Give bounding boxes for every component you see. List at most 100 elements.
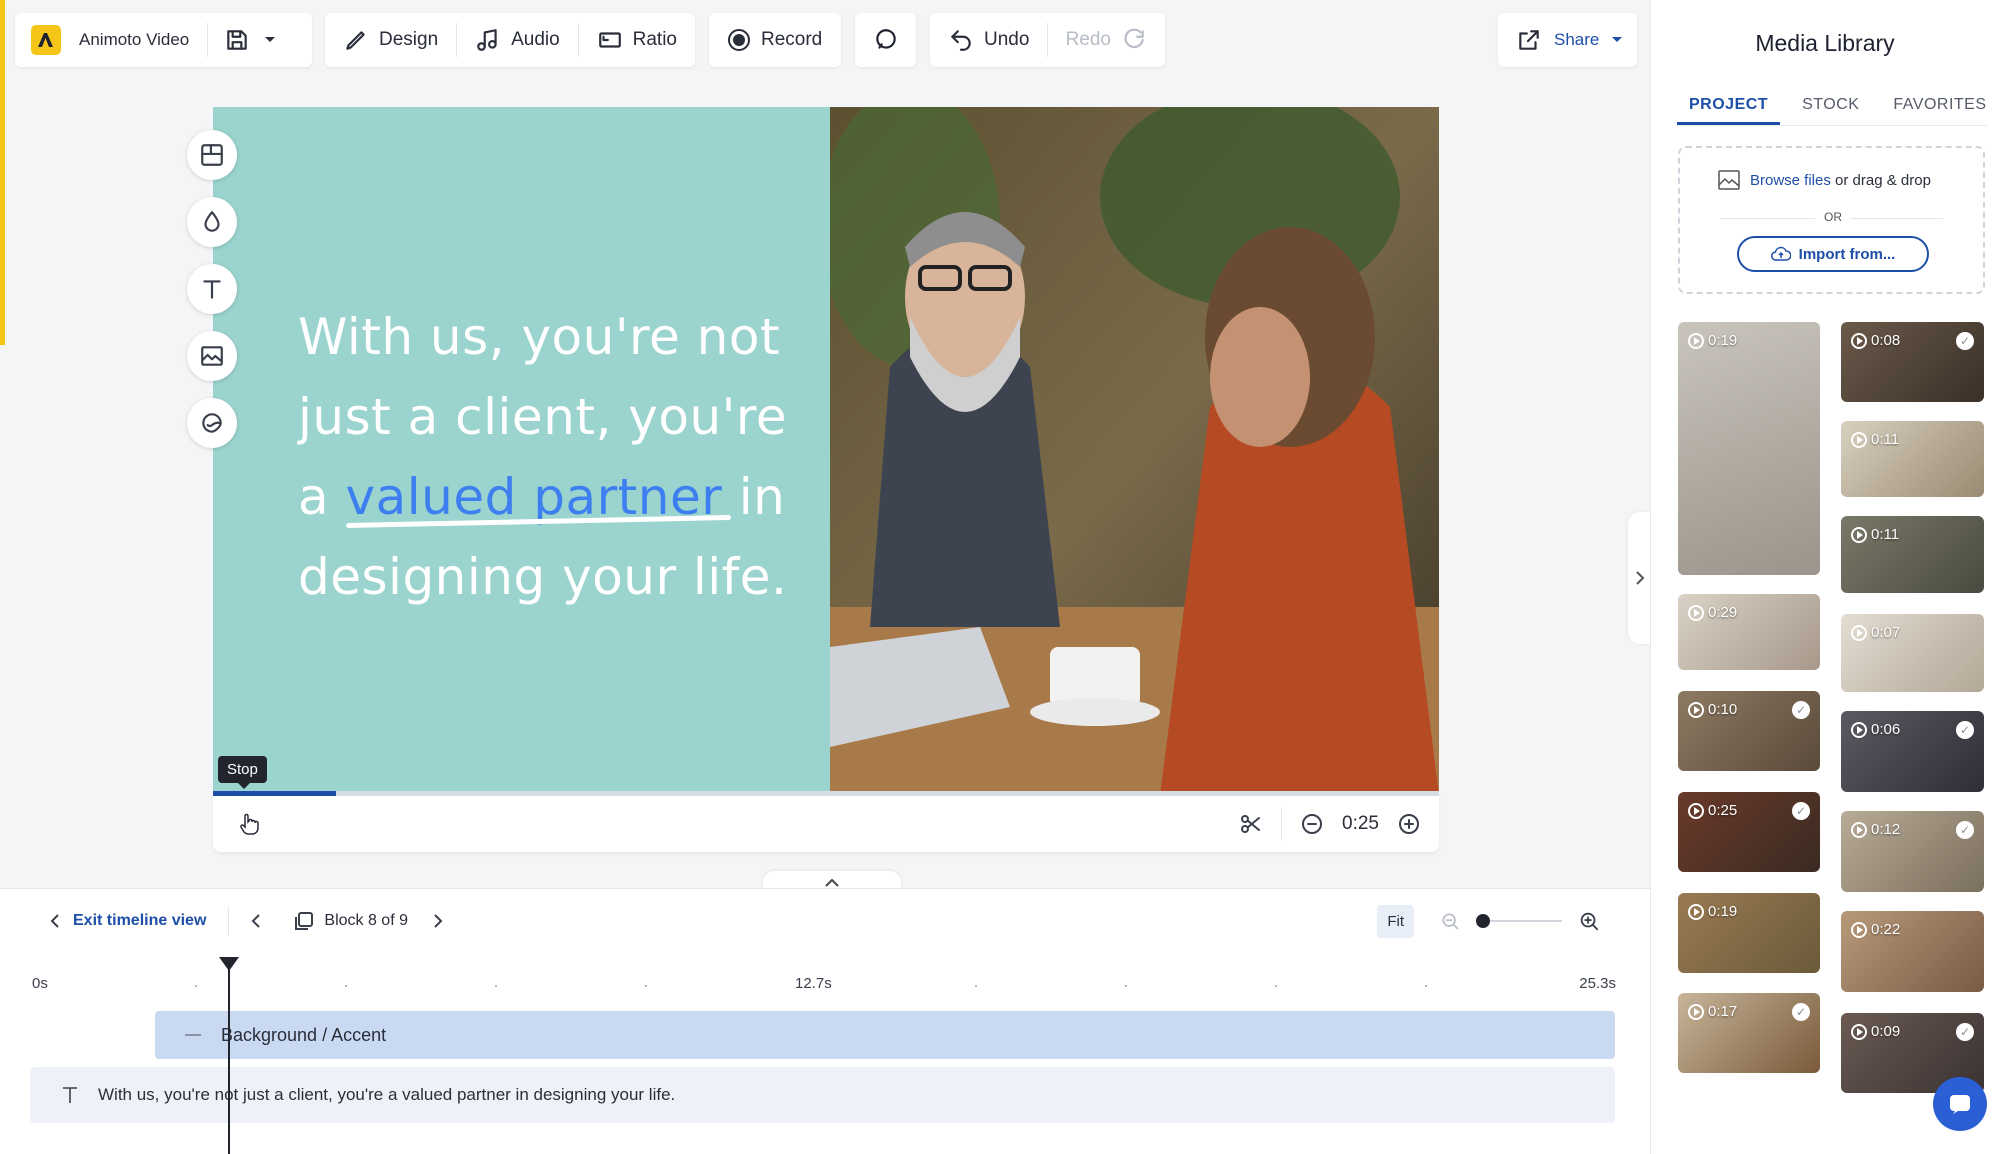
video-preview[interactable]: With us, you're not just a client, you'r… — [213, 107, 1439, 795]
slide-photo — [820, 107, 1439, 795]
comment-group — [855, 13, 916, 67]
media-thumbnail[interactable]: 0:10 ✓ — [1678, 691, 1820, 771]
media-thumbnail[interactable]: 0:22 — [1841, 911, 1984, 992]
redo-button[interactable]: Redo — [1048, 13, 1165, 67]
image-icon — [1718, 170, 1740, 190]
thumb-duration: 0:08 — [1851, 332, 1900, 349]
save-menu-button[interactable] — [208, 13, 292, 67]
app-root: Animoto Video Design Audio Ratio Record — [0, 0, 1999, 1154]
save-icon — [227, 30, 248, 50]
import-from-button[interactable]: Import from... — [1737, 236, 1929, 272]
media-thumbnail[interactable]: 0:06 ✓ — [1841, 711, 1984, 792]
exit-timeline-button[interactable]: Exit timeline view — [50, 912, 206, 930]
ruler-mid: 12.7s — [795, 975, 832, 992]
play-icon — [1851, 921, 1867, 938]
media-thumbnail[interactable]: 0:07 — [1841, 614, 1984, 692]
thumb-duration: 0:19 — [1688, 903, 1737, 920]
thumb-duration: 0:11 — [1851, 431, 1899, 448]
upload-dropzone[interactable]: Browse files or drag & drop OR Import fr… — [1678, 146, 1985, 294]
media-thumbnail[interactable]: 0:25 ✓ — [1678, 792, 1820, 872]
thumb-duration: 0:25 — [1688, 802, 1737, 819]
next-block-icon[interactable] — [434, 914, 443, 928]
tab-project[interactable]: PROJECT — [1677, 92, 1781, 125]
timeline-zoom-slider[interactable] — [1476, 911, 1562, 931]
record-icon — [728, 29, 750, 51]
undo-button[interactable]: Undo — [930, 13, 1047, 67]
media-thumbnail[interactable]: 0:29 — [1678, 594, 1820, 670]
ratio-button[interactable]: Ratio — [579, 13, 695, 67]
undo-icon — [951, 30, 971, 51]
redo-icon — [1124, 28, 1144, 49]
block-icon — [295, 912, 314, 930]
meeting-photo-image — [820, 107, 1439, 795]
play-icon — [1851, 624, 1867, 641]
panel-toggle-button[interactable] — [1628, 512, 1652, 644]
fit-button[interactable]: Fit — [1377, 904, 1414, 938]
comment-icon[interactable] — [873, 27, 899, 53]
aspect-ratio-icon — [598, 32, 621, 48]
selected-check-icon: ✓ — [1792, 802, 1810, 820]
share-group: Share — [1498, 13, 1637, 67]
play-icon — [1688, 802, 1704, 819]
media-thumbnail[interactable]: 0:19 — [1678, 893, 1820, 973]
media-tool-button[interactable] — [187, 331, 237, 381]
chevron-up-icon — [825, 878, 839, 887]
selected-check-icon: ✓ — [1956, 821, 1974, 839]
media-thumbnail[interactable]: 0:11 — [1841, 421, 1984, 497]
previous-block-icon[interactable] — [251, 914, 261, 928]
history-group: Undo Redo — [930, 13, 1165, 67]
record-button[interactable]: Record — [709, 13, 840, 67]
media-thumbnail[interactable]: 0:17 ✓ — [1678, 993, 1820, 1073]
browse-row: Browse files or drag & drop — [1718, 170, 1931, 190]
droplet-icon — [204, 211, 220, 232]
drag-drop-label: or drag & drop — [1830, 171, 1931, 189]
chevron-right-icon — [1635, 571, 1644, 585]
background-accent-track[interactable]: Background / Accent — [155, 1011, 1615, 1059]
sticker-icon — [202, 413, 222, 433]
play-icon — [1851, 1023, 1867, 1040]
timeline-ruler: 0s 12.7s 25.3s — [30, 975, 1616, 997]
share-icon — [1519, 30, 1539, 50]
tab-stock[interactable]: STOCK — [1790, 92, 1871, 125]
zoom-slider-knob[interactable] — [1476, 914, 1490, 928]
redo-label: Redo — [1065, 29, 1111, 50]
selected-check-icon: ✓ — [1956, 332, 1974, 350]
stop-button[interactable] — [237, 812, 261, 836]
text-track[interactable]: With us, you're not just a client, you'r… — [30, 1067, 1615, 1123]
browse-files-link[interactable]: Browse files — [1750, 172, 1831, 189]
project-name[interactable]: Animoto Video — [61, 13, 207, 67]
media-thumbnail[interactable]: 0:11 — [1841, 516, 1984, 593]
design-button[interactable]: Design — [325, 13, 456, 67]
record-label: Record — [761, 29, 823, 50]
scissors-icon[interactable] — [1239, 812, 1263, 836]
divider — [228, 907, 230, 935]
drag-handle-icon[interactable] — [185, 1034, 201, 1036]
tab-favorites[interactable]: FAVORITES — [1881, 92, 1998, 125]
increase-duration-icon[interactable] — [1397, 812, 1421, 836]
timeline-playhead[interactable] — [219, 957, 239, 1154]
audio-button[interactable]: Audio — [457, 13, 578, 67]
color-tool-button[interactable] — [187, 197, 237, 247]
animoto-logo-icon[interactable] — [31, 25, 61, 55]
decrease-duration-icon[interactable] — [1300, 812, 1324, 836]
help-chat-button[interactable] — [1933, 1077, 1987, 1131]
audio-label: Audio — [511, 29, 560, 50]
thumb-duration: 0:19 — [1688, 332, 1737, 349]
layout-tool-button[interactable] — [187, 130, 237, 180]
thumb-duration: 0:06 — [1851, 721, 1900, 738]
edit-toolbar: Design Audio Ratio — [325, 13, 695, 67]
text-tool-button[interactable] — [187, 264, 237, 314]
sticker-tool-button[interactable] — [187, 398, 237, 448]
media-thumbnail[interactable]: 0:08 ✓ — [1841, 322, 1984, 402]
slide-caption[interactable]: With us, you're not just a client, you'r… — [298, 297, 818, 617]
zoom-in-icon[interactable] — [1578, 910, 1600, 932]
share-button[interactable]: Share — [1498, 13, 1641, 67]
media-thumbnail[interactable]: 0:12 ✓ — [1841, 811, 1984, 892]
undo-label: Undo — [984, 29, 1030, 50]
ruler-tick — [645, 985, 647, 987]
text-icon — [203, 280, 221, 299]
media-thumbnail[interactable]: 0:19 — [1678, 322, 1820, 575]
zoom-out-icon[interactable] — [1440, 911, 1460, 931]
play-icon — [1688, 1003, 1704, 1020]
chevron-left-icon — [50, 914, 59, 928]
